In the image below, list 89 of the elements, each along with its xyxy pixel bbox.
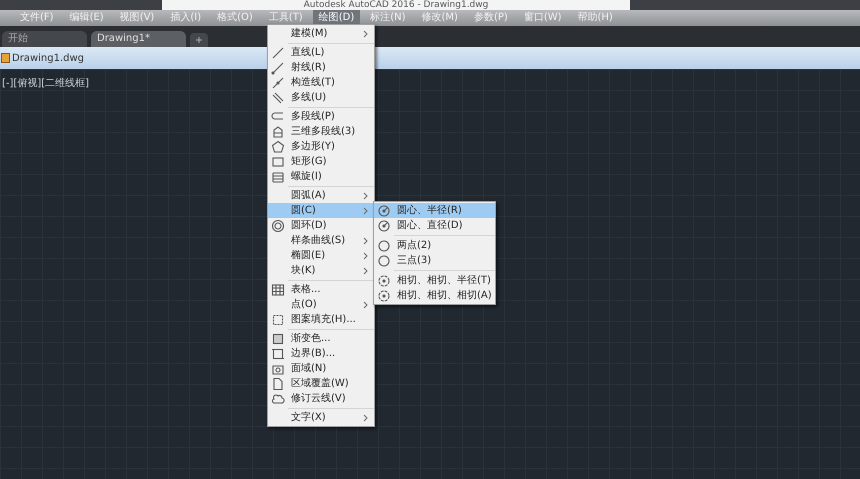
document-icon [271, 376, 285, 390]
menu-item-label: 三点(3) [397, 254, 432, 268]
menu-item[interactable]: 点(O) [268, 297, 374, 312]
menu-item[interactable]: 文字(X) [268, 410, 374, 425]
menu-item-label: 椭圆(E) [291, 248, 326, 263]
boundary-icon [271, 346, 285, 360]
menu-item-label: 直线(L) [291, 46, 326, 60]
circle-icon [377, 274, 391, 288]
circle-icon [377, 254, 391, 268]
menu-item[interactable]: 圆心、半径(R) [374, 203, 495, 218]
menu-item-label: 三维多段线(3) [291, 124, 356, 139]
menu-item[interactable]: 构造线(T) [268, 75, 374, 90]
menu-item-label: 两点(2) [397, 238, 432, 253]
table-icon [271, 282, 285, 296]
menu-item-label: 样条曲线(S) [291, 234, 346, 248]
menu-item[interactable]: 螺旋(I) [268, 169, 374, 184]
menu-item[interactable]: 样条曲线(S) [268, 233, 374, 248]
hatch-icon [271, 312, 285, 326]
file-tab[interactable]: Drawing1* [91, 31, 186, 47]
menu-item[interactable]: 多线(U) [268, 90, 374, 105]
menu-item[interactable]: 椭圆(E) [268, 248, 374, 263]
menu-item-label: 修订云线(V) [291, 392, 347, 406]
cloud-icon [271, 392, 285, 406]
menu-item[interactable]: 多段线(P) [268, 109, 374, 124]
menu-item[interactable]: 直线(L) [268, 45, 374, 60]
menu-item-label: 区域覆盖(W) [291, 376, 350, 391]
menu-item-label: 边界(B)... [291, 346, 336, 361]
new-tab-button[interactable] [190, 33, 208, 47]
circle-icon [377, 238, 391, 252]
pentagon-icon [271, 140, 285, 154]
menu-item-label: 渐变色... [291, 332, 332, 346]
menu-item-label: 相切、相切、半径(T) [397, 274, 491, 288]
circle-icon [377, 218, 391, 232]
menu-item-label: 文字(X) [291, 410, 327, 425]
file-icon [1, 53, 10, 63]
menu-item-label: 构造线(T) [291, 76, 336, 90]
rectangle-icon [271, 154, 285, 168]
menu-item[interactable]: 相切、相切、相切(A) [374, 288, 495, 303]
menu-item[interactable]: 圆环(D) [268, 218, 374, 233]
file-tab[interactable]: 开始 [2, 31, 87, 47]
donut-icon [271, 218, 285, 232]
menu-item-label: 圆(C) [291, 204, 317, 218]
gradient-icon [271, 332, 285, 346]
circle-icon [377, 288, 391, 302]
menu-item[interactable]: 区域覆盖(W) [268, 376, 374, 391]
menu-item[interactable]: 两点(2) [374, 238, 495, 253]
line-icon [271, 76, 285, 90]
menu-item[interactable]: 修订云线(V) [268, 391, 374, 406]
menu-item-label: 矩形(G) [291, 155, 328, 169]
menu-item-label: 多线(U) [291, 90, 328, 105]
menu-item-label: 射线(R) [291, 60, 327, 75]
menu-item-label: 圆弧(A) [291, 189, 327, 203]
viewport-label[interactable]: [-][俯视][二维线框] [2, 76, 90, 91]
menu-item-label: 图案填充(H)... [291, 312, 357, 327]
menu-item-label: 多边形(Y) [291, 140, 336, 154]
menu-item-label: 面域(N) [291, 362, 328, 376]
menu-item[interactable]: 渐变色... [268, 331, 374, 346]
menu-item[interactable]: 多边形(Y) [268, 139, 374, 154]
menu-item[interactable]: 建模(M) [268, 26, 374, 41]
double-line-icon [271, 90, 285, 104]
menu-item[interactable]: 相切、相切、半径(T) [374, 273, 495, 288]
menu-item[interactable]: 图案填充(H)... [268, 312, 374, 327]
plus-icon [195, 36, 203, 44]
menu-item[interactable]: 边界(B)... [268, 346, 374, 361]
menu-item[interactable]: 圆弧(A) [268, 188, 374, 203]
window-title: Autodesk AutoCAD 2016 - Drawing1.dwg [162, 0, 630, 10]
document-title: Drawing1.dwg [12, 52, 84, 66]
menu-item-label: 圆心、半径(R) [397, 204, 462, 218]
menu-item-label: 相切、相切、相切(A) [397, 288, 492, 303]
menu-item[interactable]: 矩形(G) [268, 154, 374, 169]
menu-item[interactable]: 圆心、直径(D) [374, 218, 495, 233]
menu-item-label: 圆环(D) [291, 219, 328, 233]
menu-item[interactable]: 三点(3) [374, 253, 495, 268]
menu-item[interactable]: 面域(N) [268, 361, 374, 376]
menu-item-label: 点(O) [291, 298, 318, 312]
menu-item-label: 多段线(P) [291, 110, 336, 124]
menu-item[interactable]: 三维多段线(3) [268, 124, 374, 139]
menu-item[interactable]: 表格... [268, 282, 374, 297]
menu-item-label: 圆心、直径(D) [397, 218, 463, 233]
menu-item-label: 建模(M) [291, 26, 328, 41]
menu-item-label: 块(K) [291, 264, 316, 278]
line-icon [271, 46, 285, 60]
menu-item[interactable]: 射线(R) [268, 60, 374, 75]
menu-item-label: 表格... [291, 282, 322, 297]
ray-icon [271, 60, 285, 74]
menu-item-label: 螺旋(I) [291, 170, 323, 184]
menu-item[interactable]: 块(K) [268, 263, 374, 278]
circle-icon [377, 204, 391, 218]
menu-item[interactable]: 圆(C) [268, 203, 374, 218]
